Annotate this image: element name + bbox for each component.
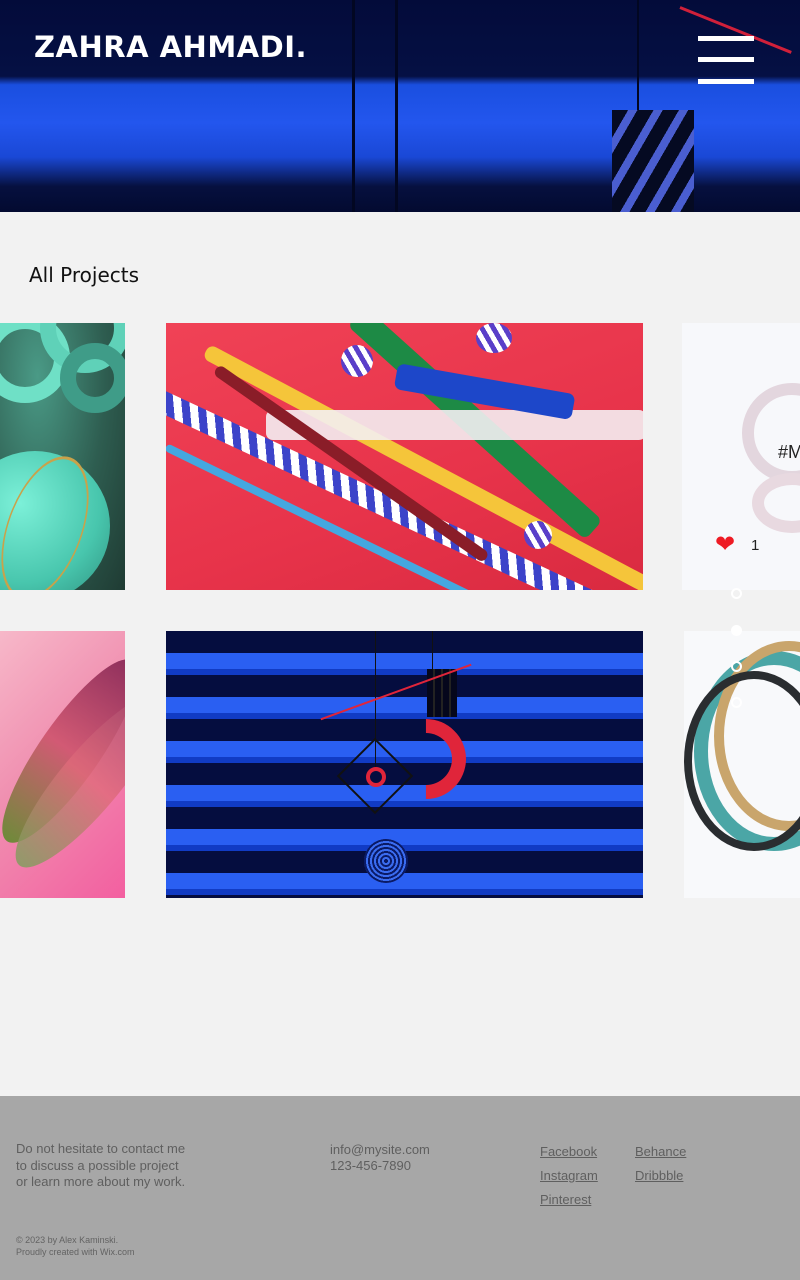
- artwork-shape: [476, 323, 512, 353]
- copyright: © 2023 by Alex Kaminski. Proudly created…: [16, 1234, 135, 1258]
- footer-blurb: Do not hesitate to contact me to discuss…: [16, 1141, 186, 1189]
- instagram-link[interactable]: Instagram: [540, 1168, 598, 1183]
- project-tile-red-candy-tubes[interactable]: [166, 323, 643, 590]
- project-tile-glass-loops[interactable]: [684, 631, 800, 898]
- copyright-line: © 2023 by Alex Kaminski.: [16, 1235, 119, 1245]
- artwork-shape: [366, 767, 386, 787]
- phone-number: 123-456-7890: [330, 1158, 411, 1173]
- banner-decoration: [395, 0, 398, 212]
- copyright-line[interactable]: Proudly created with Wix.com: [16, 1246, 135, 1258]
- facebook-link[interactable]: Facebook: [540, 1144, 597, 1159]
- slide-dot-1[interactable]: [731, 588, 742, 599]
- artwork-shape: [742, 383, 800, 483]
- slide-dot-3[interactable]: [731, 661, 742, 672]
- hamburger-menu-icon[interactable]: [698, 36, 754, 86]
- pinterest-link[interactable]: Pinterest: [540, 1192, 591, 1207]
- artwork-shape: [752, 473, 800, 533]
- heart-icon: ❤: [715, 531, 736, 558]
- artwork-shape: [364, 839, 408, 883]
- section-title: All Projects: [29, 263, 139, 287]
- email-link[interactable]: info@mysite.com: [330, 1142, 430, 1158]
- artwork-shape: [524, 521, 552, 549]
- slide-dot-2[interactable]: [731, 625, 742, 636]
- banner-decoration: [612, 110, 694, 212]
- site-title[interactable]: ZAHRA AHMADI.: [34, 30, 307, 64]
- footer: Do not hesitate to contact me to discuss…: [0, 1096, 800, 1280]
- behance-link[interactable]: Behance: [635, 1144, 686, 1159]
- project-tile-blue-stripes[interactable]: [166, 631, 643, 898]
- project-tile-pink-ribbon[interactable]: [0, 631, 125, 898]
- artwork-shape: [684, 671, 800, 851]
- artwork-shape: [60, 343, 125, 413]
- project-tag: #M: [778, 442, 800, 462]
- banner-decoration: [352, 0, 355, 212]
- project-tile-green-rings[interactable]: [0, 323, 125, 590]
- slide-dot-4[interactable]: [731, 697, 742, 708]
- page: ZAHRA AHMADI. All Projects #M ❤ 1 Do not…: [0, 0, 800, 1280]
- header-banner: ZAHRA AHMADI.: [0, 0, 800, 212]
- contact-info: info@mysite.com 123-456-7890: [330, 1142, 430, 1174]
- like-button[interactable]: ❤ 1: [715, 531, 760, 558]
- like-count: 1: [751, 536, 760, 554]
- artwork-shape: [341, 345, 373, 377]
- project-tile-white-swirl[interactable]: #M ❤ 1: [682, 323, 800, 590]
- dribbble-link[interactable]: Dribbble: [635, 1168, 683, 1183]
